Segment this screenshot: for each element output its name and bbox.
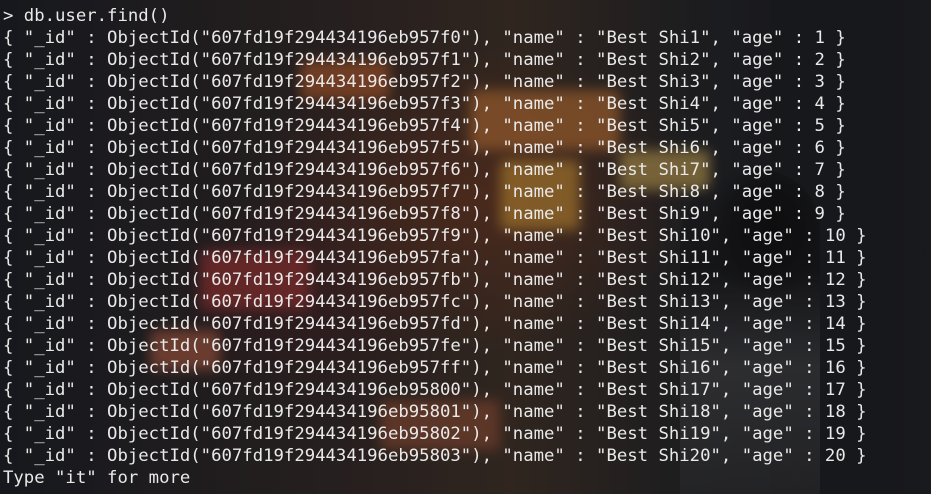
output-line: { "_id" : ObjectId("607fd19f294434196eb9…: [3, 248, 867, 268]
output-line: { "_id" : ObjectId("607fd19f294434196eb9…: [3, 94, 846, 114]
output-line: { "_id" : ObjectId("607fd19f294434196eb9…: [3, 270, 867, 290]
output-line: { "_id" : ObjectId("607fd19f294434196eb9…: [3, 336, 867, 356]
command-prompt-line: > db.user.find(): [3, 6, 170, 26]
output-line: { "_id" : ObjectId("607fd19f294434196eb9…: [3, 182, 846, 202]
output-line: { "_id" : ObjectId("607fd19f294434196eb9…: [3, 28, 846, 48]
output-line: { "_id" : ObjectId("607fd19f294434196eb9…: [3, 138, 846, 158]
output-line: { "_id" : ObjectId("607fd19f294434196eb9…: [3, 402, 867, 422]
terminal-window[interactable]: > db.user.find() { "_id" : ObjectId("607…: [0, 0, 931, 494]
output-line: { "_id" : ObjectId("607fd19f294434196eb9…: [3, 50, 846, 70]
output-line: { "_id" : ObjectId("607fd19f294434196eb9…: [3, 204, 846, 224]
output-line: { "_id" : ObjectId("607fd19f294434196eb9…: [3, 160, 846, 180]
output-line: { "_id" : ObjectId("607fd19f294434196eb9…: [3, 292, 867, 312]
output-line: { "_id" : ObjectId("607fd19f294434196eb9…: [3, 116, 846, 136]
output-line: { "_id" : ObjectId("607fd19f294434196eb9…: [3, 358, 867, 378]
output-line: { "_id" : ObjectId("607fd19f294434196eb9…: [3, 72, 846, 92]
output-line: { "_id" : ObjectId("607fd19f294434196eb9…: [3, 446, 867, 466]
more-results-hint: Type "it" for more: [3, 468, 191, 488]
output-line: { "_id" : ObjectId("607fd19f294434196eb9…: [3, 380, 867, 400]
output-line: { "_id" : ObjectId("607fd19f294434196eb9…: [3, 226, 867, 246]
output-line: { "_id" : ObjectId("607fd19f294434196eb9…: [3, 314, 867, 334]
output-line: { "_id" : ObjectId("607fd19f294434196eb9…: [3, 424, 867, 444]
